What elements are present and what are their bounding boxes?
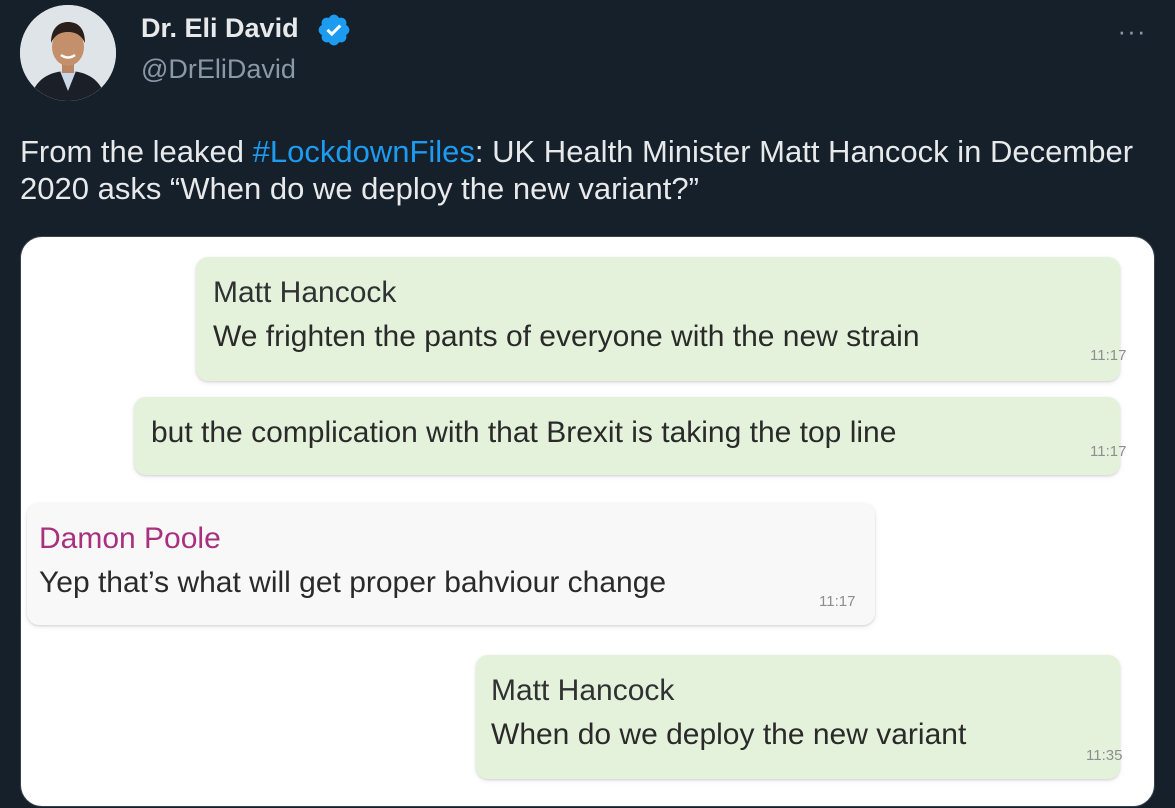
chat-timestamp: 11:35 (1086, 747, 1123, 764)
tweet-text-before: From the leaked (20, 134, 253, 169)
chat-bubble: but the complication with that Brexit is… (134, 397, 1126, 475)
chat-timestamp: 11:17 (1090, 347, 1127, 364)
verified-badge-icon (318, 14, 350, 46)
more-options-icon[interactable]: ··· (1110, 14, 1154, 48)
chat-bubble: Matt Hancock We frighten the pants of ev… (196, 257, 1126, 381)
tweet: Dr. Eli David @DrEliDavid ··· From the l… (0, 0, 1175, 808)
chat-bubble: Damon Poole Yep that’s what will get pro… (27, 503, 875, 625)
tweet-text: From the leaked #LockdownFiles: UK Healt… (20, 133, 1155, 207)
tweet-media-image[interactable]: Matt Hancock We frighten the pants of ev… (20, 236, 1155, 807)
chat-sender: Matt Hancock (213, 276, 397, 309)
chat-message-text: We frighten the pants of everyone with t… (213, 320, 920, 353)
chat-message-text: When do we deploy the new variant (491, 718, 967, 751)
chat-timestamp: 11:17 (1090, 443, 1127, 460)
chat-message-text: Yep that’s what will get proper bahviour… (39, 566, 667, 599)
author-name[interactable]: Dr. Eli David (141, 11, 299, 45)
avatar-image (20, 5, 116, 101)
hashtag-link[interactable]: #LockdownFiles (253, 134, 475, 169)
chat-sender: Damon Poole (39, 522, 221, 555)
chat-timestamp: 11:17 (819, 593, 856, 610)
avatar[interactable] (20, 5, 116, 101)
chat-bubble: Matt Hancock When do we deploy the new v… (476, 655, 1123, 779)
chat-sender: Matt Hancock (491, 674, 675, 707)
author-handle[interactable]: @DrEliDavid (141, 52, 296, 86)
chat-message-text: but the complication with that Brexit is… (151, 416, 897, 449)
